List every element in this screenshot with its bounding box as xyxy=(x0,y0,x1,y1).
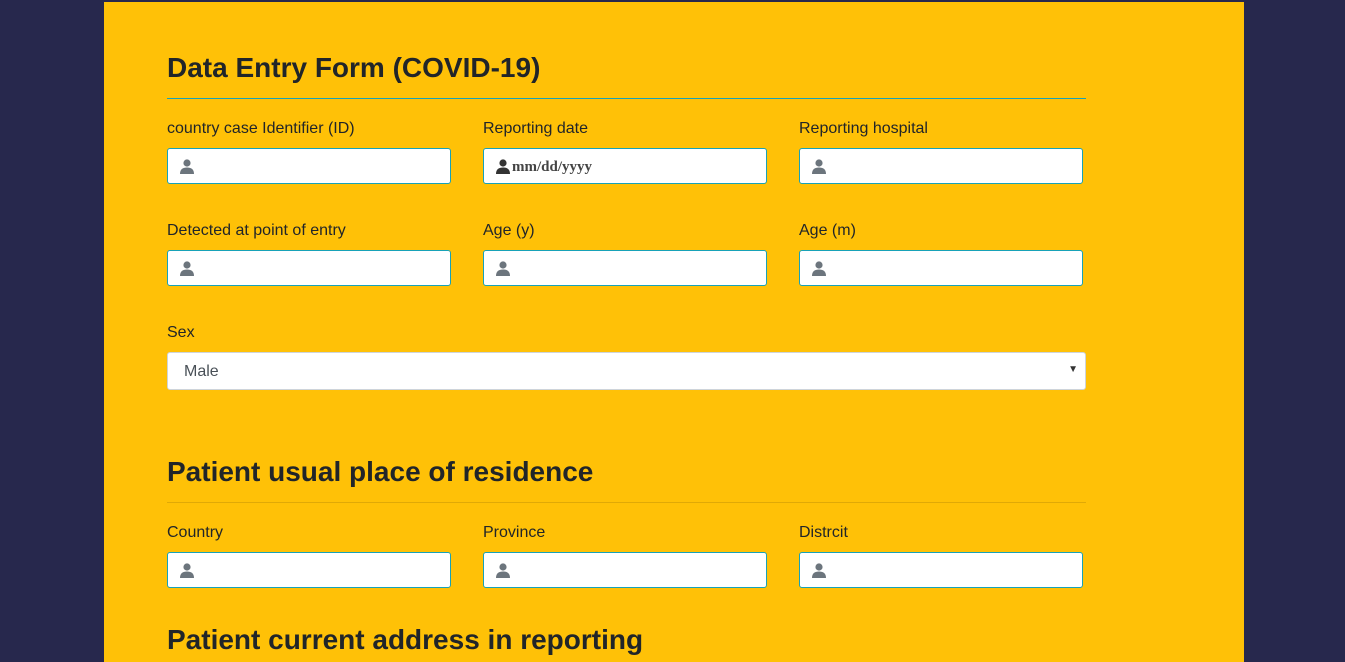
chevron-down-icon: ▼ xyxy=(1068,364,1078,375)
current-address-title: Patient current address in reporting xyxy=(167,624,644,655)
user-icon xyxy=(496,563,510,578)
user-icon xyxy=(496,261,510,276)
form-panel: Data Entry Form (COVID-19) country case … xyxy=(104,2,1244,662)
reporting-hospital-label: Reporting hospital xyxy=(799,120,928,137)
age-months-label: Age (m) xyxy=(799,222,856,239)
province-input[interactable] xyxy=(520,555,760,585)
title-divider xyxy=(167,98,1086,99)
user-icon xyxy=(180,563,194,578)
reporting-hospital-input[interactable] xyxy=(836,151,1076,181)
user-icon xyxy=(812,261,826,276)
sex-label: Sex xyxy=(167,324,195,341)
residence-title: Patient usual place of residence xyxy=(167,456,594,487)
age-years-label: Age (y) xyxy=(483,222,535,239)
reporting-hospital-field[interactable] xyxy=(799,148,1083,184)
form-title: Data Entry Form (COVID-19) xyxy=(167,52,541,83)
age-years-input[interactable] xyxy=(520,253,760,283)
country-field[interactable] xyxy=(167,552,451,588)
case-id-field[interactable] xyxy=(167,148,451,184)
user-icon xyxy=(812,563,826,578)
residence-divider xyxy=(167,502,1086,503)
user-icon xyxy=(812,159,826,174)
reporting-date-placeholder: mm/dd/yyyy xyxy=(512,159,593,175)
district-input[interactable] xyxy=(836,555,1076,585)
sex-select[interactable]: Male ▼ xyxy=(167,352,1086,390)
country-input[interactable] xyxy=(204,555,444,585)
user-icon xyxy=(180,159,194,174)
user-icon xyxy=(496,159,510,174)
reporting-date-label: Reporting date xyxy=(483,120,588,137)
case-id-input[interactable] xyxy=(204,151,444,181)
point-of-entry-input[interactable] xyxy=(204,253,444,283)
age-years-field[interactable] xyxy=(483,250,767,286)
reporting-date-field[interactable]: mm/dd/yyyy xyxy=(483,148,767,184)
age-months-field[interactable] xyxy=(799,250,1083,286)
country-label: Country xyxy=(167,524,224,541)
user-icon xyxy=(180,261,194,276)
province-field[interactable] xyxy=(483,552,767,588)
age-months-input[interactable] xyxy=(836,253,1076,283)
case-id-label: country case Identifier (ID) xyxy=(167,120,355,137)
sex-selected-value: Male xyxy=(184,363,219,380)
district-label: Distrcit xyxy=(799,524,848,541)
province-label: Province xyxy=(483,524,546,541)
district-field[interactable] xyxy=(799,552,1083,588)
point-of-entry-label: Detected at point of entry xyxy=(167,222,346,239)
point-of-entry-field[interactable] xyxy=(167,250,451,286)
